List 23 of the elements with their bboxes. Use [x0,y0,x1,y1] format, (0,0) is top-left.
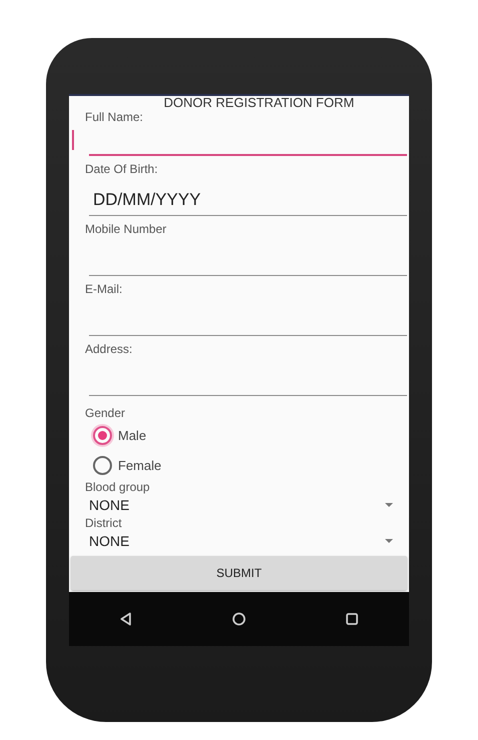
caret-icon [385,539,393,543]
form-title: DONOR REGISTRATION FORM [162,96,356,110]
text-cursor [72,130,74,150]
field-label: Full Name: [85,110,144,124]
field-label: Address: [85,342,134,356]
dropdown-label: District [85,516,123,530]
caret-icon [385,503,393,507]
input-field[interactable]: DD/MM/YYYY [89,176,407,216]
gender-label: Gender [85,406,126,420]
field-label: Date Of Birth: [85,162,159,176]
home-icon[interactable] [232,612,246,626]
submit-button[interactable]: SUBMIT [71,556,407,590]
dropdown-label: Blood group [85,480,151,494]
dropdown[interactable]: NONE [89,494,393,516]
radio-label: Female [118,458,162,472]
recents-icon[interactable] [345,612,360,626]
dropdown[interactable]: NONE [89,530,393,552]
radio-option[interactable]: Male [93,420,409,450]
field-label: E-Mail: [85,282,124,296]
back-icon[interactable] [118,612,133,626]
radio-label: Male [118,428,146,442]
radio-option[interactable]: Female [93,450,409,480]
field-label: Mobile Number [85,222,168,236]
